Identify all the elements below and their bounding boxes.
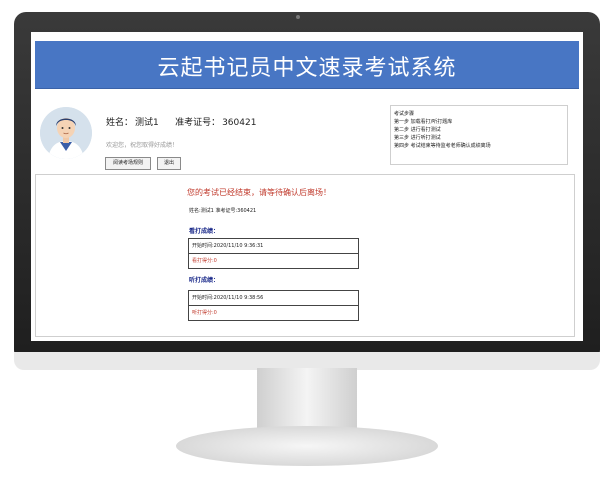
kanda-result-box: 开始时间:2020/11/10 9:36:31 看打得分:0 (188, 238, 359, 269)
tingda-start-time: 开始时间:2020/11/10 9:38:56 (189, 291, 358, 306)
name-label: 姓名： (106, 118, 134, 128)
exam-finished-notice: 您的考试已经结束，请等待确认后离场！ (187, 188, 331, 197)
name-value: 测试1 (135, 118, 159, 128)
webcam-dot (296, 15, 300, 19)
step-item: 第四步 考试结束等待监考老师确认成绩离场 (394, 143, 491, 149)
result-user-info: 姓名:测试1 准考证号:360421 (189, 208, 257, 214)
tingda-score: 听打得分:0 (192, 310, 217, 316)
monitor-stand-base (176, 426, 438, 466)
step-item: 第一步 加载看打/听打题库 (394, 119, 453, 125)
logout-button[interactable]: 退出 (157, 157, 181, 170)
kanda-start-time: 开始时间:2020/11/10 9:36:31 (189, 239, 358, 254)
read-rules-button[interactable]: 阅读考场规则 (105, 157, 151, 170)
id-value: 360421 (222, 118, 257, 128)
monitor-screen: 云起书记员中文速录考试系统 姓名： 测试1 准考证号： 360421 欢迎您，祝您取… (31, 32, 583, 341)
kanda-score: 看打得分:0 (192, 258, 217, 264)
step-item: 第二步 进行看打测试 (394, 127, 441, 133)
step-item: 第三步 进行听打测试 (394, 135, 441, 141)
header-banner: 云起书记员中文速录考试系统 (35, 41, 579, 89)
welcome-text: 欢迎您，祝您取得好成绩！ (106, 142, 179, 149)
exam-steps-panel: 考试步骤 第一步 加载看打/听打题库 第二步 进行看打测试 第三步 进行听打测试… (390, 105, 568, 165)
avatar (40, 107, 92, 159)
user-info-line: 姓名： 测试1 准考证号： 360421 (106, 115, 258, 128)
steps-title: 考试步骤 (394, 111, 415, 117)
kanda-heading: 看打成绩： (189, 228, 220, 235)
id-label: 准考证号： (175, 118, 221, 128)
monitor-stand-neck (257, 368, 357, 430)
student-avatar-icon (40, 107, 92, 159)
app-title: 云起书记员中文速录考试系统 (157, 56, 457, 81)
tingda-heading: 听打成绩： (189, 277, 220, 284)
tingda-result-box: 开始时间:2020/11/10 9:38:56 听打得分:0 (188, 290, 359, 321)
